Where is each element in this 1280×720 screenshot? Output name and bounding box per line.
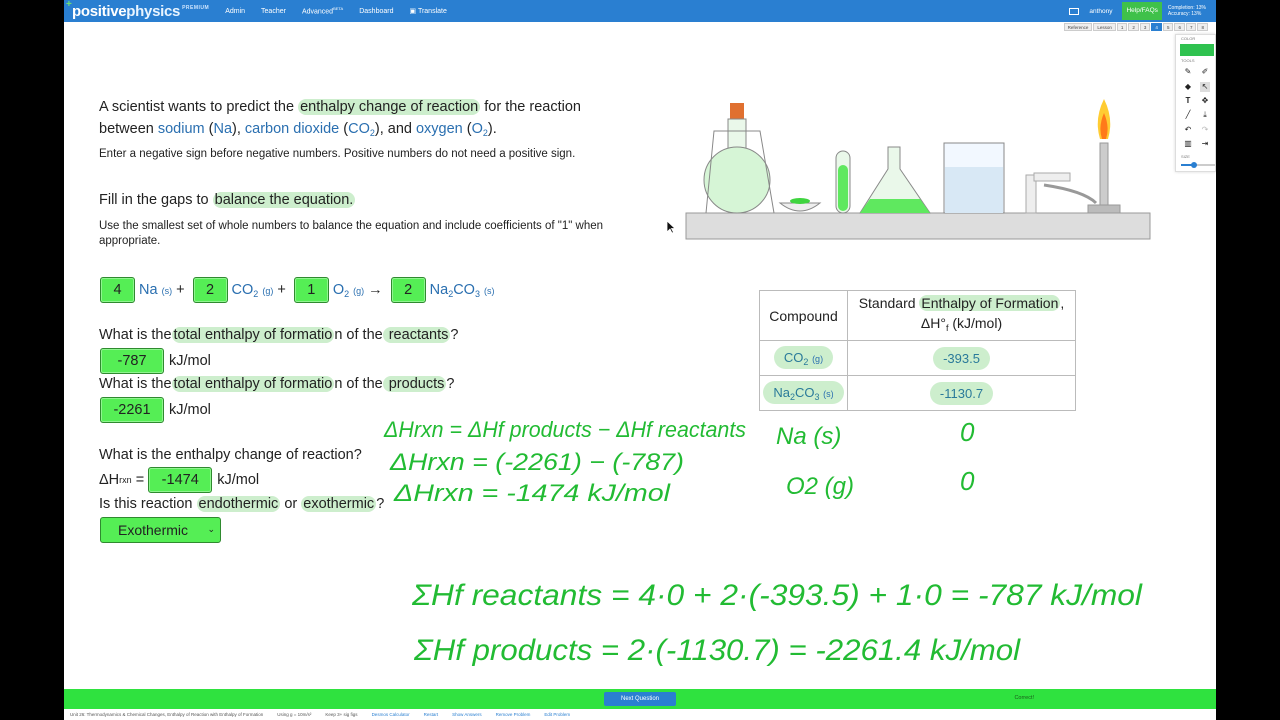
unit-label: Unit 26: Thermodynamics & Chemical Chang… [70, 712, 264, 717]
bottom-bar: Next Question Correct! [64, 689, 1216, 709]
show-answers-link[interactable]: Show Answers [452, 712, 482, 717]
app-frame: + positivephysics PREMIUM Admin Teacher A… [64, 0, 1216, 720]
marker-icon[interactable]: ✐ [1200, 67, 1210, 77]
move-icon[interactable]: ✥ [1200, 96, 1210, 106]
restart-link[interactable]: Restart [424, 712, 439, 717]
hw-result: ΔHrxn = -1474 kJ/mol [393, 480, 671, 507]
pen-icon[interactable]: ✎ [1183, 67, 1193, 77]
correct-status: Correct! [1014, 695, 1034, 701]
hw-zero-2: 0 [960, 466, 975, 496]
size-slider[interactable] [1181, 162, 1215, 168]
redo-icon[interactable]: ↷ [1200, 125, 1210, 135]
color-label: COLOR [1181, 36, 1196, 41]
gravity-note: Using g = 10m/s² [277, 712, 312, 717]
line-icon[interactable]: ╱ [1183, 110, 1193, 120]
handwriting-layer: ΔHrxn = ΔHf products − ΔHf reactants ΔHr… [383, 417, 1143, 667]
trash-icon[interactable]: ▥ [1183, 139, 1193, 149]
hw-o2-g: O2 (g) [786, 473, 854, 500]
pointer-icon[interactable]: ↖ [1200, 82, 1210, 92]
eraser-icon[interactable]: ◆ [1183, 82, 1193, 92]
size-label: SIZE [1181, 154, 1190, 159]
next-question-button[interactable]: Next Question [604, 692, 676, 706]
hw-substitution: ΔHrxn = (-2261) − (-787) [389, 449, 684, 476]
footer: Unit 26: Thermodynamics & Chemical Chang… [64, 709, 1216, 720]
text-tool-icon[interactable]: T [1183, 96, 1193, 106]
exit-icon[interactable]: ⇥ [1200, 139, 1210, 149]
edit-problem-link[interactable]: Edit Problem [544, 712, 570, 717]
mouse-cursor-icon [666, 220, 676, 234]
hw-sum-products: ΣHf products = 2·(-1130.7) = -2261.4 kJ/… [413, 634, 1021, 667]
tools-label: TOOLS [1181, 58, 1195, 63]
undo-icon[interactable]: ↶ [1183, 125, 1193, 135]
sig-figs-note: Keep 3+ sig figs [325, 712, 358, 717]
remove-problem-link[interactable]: Remove Problem [496, 712, 531, 717]
hw-zero-1: 0 [960, 417, 975, 447]
color-swatch[interactable] [1180, 44, 1214, 56]
drawing-tools-panel: COLOR TOOLS ✎ ✐ ◆ ↖ T ✥ ╱ ⤓ ↶ ↷ ▥ ⇥ SIZE [1175, 34, 1216, 172]
desmos-link[interactable]: Desmos Calculator [372, 712, 410, 717]
download-icon[interactable]: ⤓ [1200, 110, 1210, 120]
hw-sum-reactants: ΣHf reactants = 4·0 + 2·(-393.5) + 1·0 =… [411, 579, 1143, 612]
hw-formula: ΔHrxn = ΔHf products − ΔHf reactants [383, 417, 746, 442]
hw-na-s: Na (s) [776, 423, 841, 450]
slider-knob[interactable] [1191, 162, 1197, 168]
